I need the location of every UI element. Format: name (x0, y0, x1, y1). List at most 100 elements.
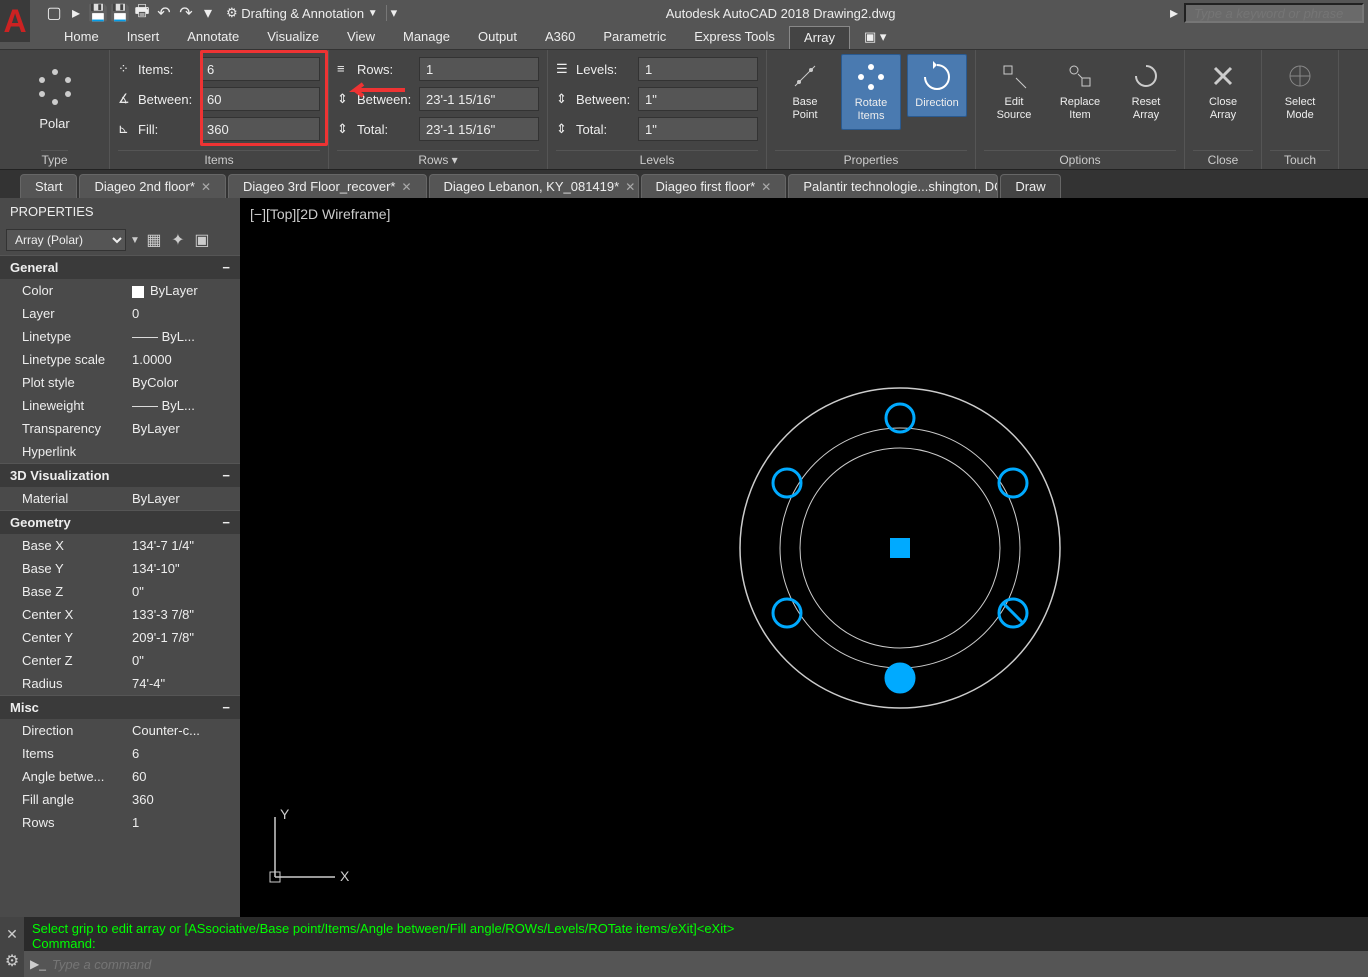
items-fill-input[interactable] (200, 117, 320, 141)
select-mode-button[interactable]: Select Mode (1270, 54, 1330, 128)
prop-section-general[interactable]: General− (0, 255, 240, 279)
prop-val[interactable]: 6 (132, 746, 240, 761)
prop-val[interactable]: 209'-1 7/8" (132, 630, 240, 645)
undo-icon[interactable]: ↶ (154, 3, 174, 23)
properties-selector[interactable]: Array (Polar) (6, 229, 126, 251)
prop-row[interactable]: Radius74'-4" (0, 672, 240, 695)
rows-count-input[interactable] (419, 57, 539, 81)
workspace-menu-icon[interactable]: ▾ (386, 5, 398, 21)
prop-val[interactable]: 134'-10" (132, 561, 240, 576)
tab-insert[interactable]: Insert (113, 26, 174, 49)
prop-val[interactable]: ByColor (132, 375, 240, 390)
levels-count-input[interactable] (638, 57, 758, 81)
prop-row[interactable]: Fill angle360 (0, 788, 240, 811)
viewport-label[interactable]: [−][Top][2D Wireframe] (240, 198, 1368, 230)
doc-tab-active[interactable]: Draw (1000, 174, 1060, 198)
qat-dropdown-icon[interactable]: ▾ (198, 3, 218, 23)
plot-icon[interactable]: 🖶 (132, 3, 152, 23)
ucs-icon[interactable]: Y X (260, 807, 350, 897)
prop-val[interactable]: 1 (132, 815, 240, 830)
doc-tab[interactable]: Palantir technologie...shington, DC_0403… (788, 174, 998, 198)
rows-between-input[interactable] (419, 87, 539, 111)
prop-row[interactable]: Linetype scale1.0000 (0, 348, 240, 371)
tab-output[interactable]: Output (464, 26, 531, 49)
doc-tab[interactable]: Diageo Lebanon, KY_081419*✕ (429, 174, 639, 198)
prop-val[interactable]: —— ByL... (132, 398, 240, 413)
prop-val[interactable]: ByLayer (132, 491, 240, 506)
prop-val[interactable]: 133'-3 7/8" (132, 607, 240, 622)
prop-row[interactable]: Center Y209'-1 7/8" (0, 626, 240, 649)
quick-select-icon[interactable]: ▦ (144, 230, 164, 250)
tab-manage[interactable]: Manage (389, 26, 464, 49)
tab-visualize[interactable]: Visualize (253, 26, 333, 49)
tab-a360[interactable]: A360 (531, 26, 589, 49)
prop-val[interactable]: 134'-7 1/4" (132, 538, 240, 553)
prop-row[interactable]: Base Y134'-10" (0, 557, 240, 580)
items-count-input[interactable] (200, 57, 320, 81)
workspace-switcher[interactable]: ⚙ Drafting & Annotation ▼ ▾ (226, 5, 397, 21)
cmdline-close-icon[interactable]: ✕ (0, 917, 24, 951)
prop-val[interactable]: —— ByL... (132, 329, 240, 344)
command-input[interactable] (46, 957, 1362, 972)
replace-item-button[interactable]: Replace Item (1050, 54, 1110, 128)
prop-row[interactable]: Items6 (0, 742, 240, 765)
rows-total-input[interactable] (419, 117, 539, 141)
panel-title-rows[interactable]: Rows ▾ (337, 150, 539, 167)
close-tab-icon[interactable]: ✕ (761, 180, 771, 194)
prop-val[interactable]: 0 (132, 306, 240, 321)
drawing-canvas[interactable]: [−][Top][2D Wireframe] Y X (240, 198, 1368, 917)
levels-total-input[interactable] (638, 117, 758, 141)
saveas-icon[interactable]: 💾 (110, 3, 130, 23)
open-icon[interactable]: ▸ (66, 3, 86, 23)
cmdline-settings-icon[interactable]: ⚙ (0, 951, 24, 977)
close-tab-icon[interactable]: ✕ (401, 180, 411, 194)
doc-tab[interactable]: Diageo first floor*✕ (641, 174, 787, 198)
tab-home[interactable]: Home (50, 26, 113, 49)
prop-row[interactable]: Base Z0" (0, 580, 240, 603)
prop-section-3dviz[interactable]: 3D Visualization− (0, 463, 240, 487)
tab-express-tools[interactable]: Express Tools (680, 26, 789, 49)
prop-row[interactable]: Rows1 (0, 811, 240, 834)
tab-parametric[interactable]: Parametric (589, 26, 680, 49)
pickadd-icon[interactable]: ✦ (168, 230, 188, 250)
prop-val[interactable]: 60 (132, 769, 240, 784)
levels-between-input[interactable] (638, 87, 758, 111)
redo-icon[interactable]: ↷ (176, 3, 196, 23)
select-objects-icon[interactable]: ▣ (192, 230, 212, 250)
new-icon[interactable]: ▢ (44, 3, 64, 23)
prop-row[interactable]: Layer0 (0, 302, 240, 325)
prop-row[interactable]: Linetype—— ByL... (0, 325, 240, 348)
rotate-items-button[interactable]: Rotate Items (841, 54, 901, 130)
prop-val[interactable]: Counter-c... (132, 723, 240, 738)
edit-source-button[interactable]: Edit Source (984, 54, 1044, 128)
prop-row[interactable]: MaterialByLayer (0, 487, 240, 510)
prop-row[interactable]: Base X134'-7 1/4" (0, 534, 240, 557)
close-array-button[interactable]: Close Array (1193, 54, 1253, 128)
prop-row[interactable]: TransparencyByLayer (0, 417, 240, 440)
close-tab-icon[interactable]: ✕ (201, 180, 211, 194)
prop-val[interactable]: 1.0000 (132, 352, 240, 367)
prop-val[interactable]: 0" (132, 653, 240, 668)
prop-section-misc[interactable]: Misc− (0, 695, 240, 719)
prop-row[interactable]: Angle betwe...60 (0, 765, 240, 788)
prop-row[interactable]: Lineweight—— ByL... (0, 394, 240, 417)
prop-val[interactable]: ByLayer (132, 283, 240, 298)
prop-val[interactable]: ByLayer (132, 421, 240, 436)
prop-val[interactable]: 74'-4" (132, 676, 240, 691)
tab-view[interactable]: View (333, 26, 389, 49)
prop-section-geometry[interactable]: Geometry− (0, 510, 240, 534)
tab-featured-apps[interactable]: ▣ ▾ (850, 26, 900, 49)
prop-row[interactable]: Center Z0" (0, 649, 240, 672)
tab-annotate[interactable]: Annotate (173, 26, 253, 49)
polar-array-icon[interactable] (30, 62, 80, 112)
prop-row[interactable]: Plot styleByColor (0, 371, 240, 394)
tab-array[interactable]: Array (789, 26, 850, 49)
items-between-input[interactable] (200, 87, 320, 111)
prop-val[interactable]: 360 (132, 792, 240, 807)
close-tab-icon[interactable]: ✕ (625, 180, 635, 194)
prop-row[interactable]: Center X133'-3 7/8" (0, 603, 240, 626)
search-input[interactable] (1184, 3, 1364, 23)
base-point-button[interactable]: Base Point (775, 54, 835, 128)
reset-array-button[interactable]: Reset Array (1116, 54, 1176, 128)
save-icon[interactable]: 💾 (88, 3, 108, 23)
